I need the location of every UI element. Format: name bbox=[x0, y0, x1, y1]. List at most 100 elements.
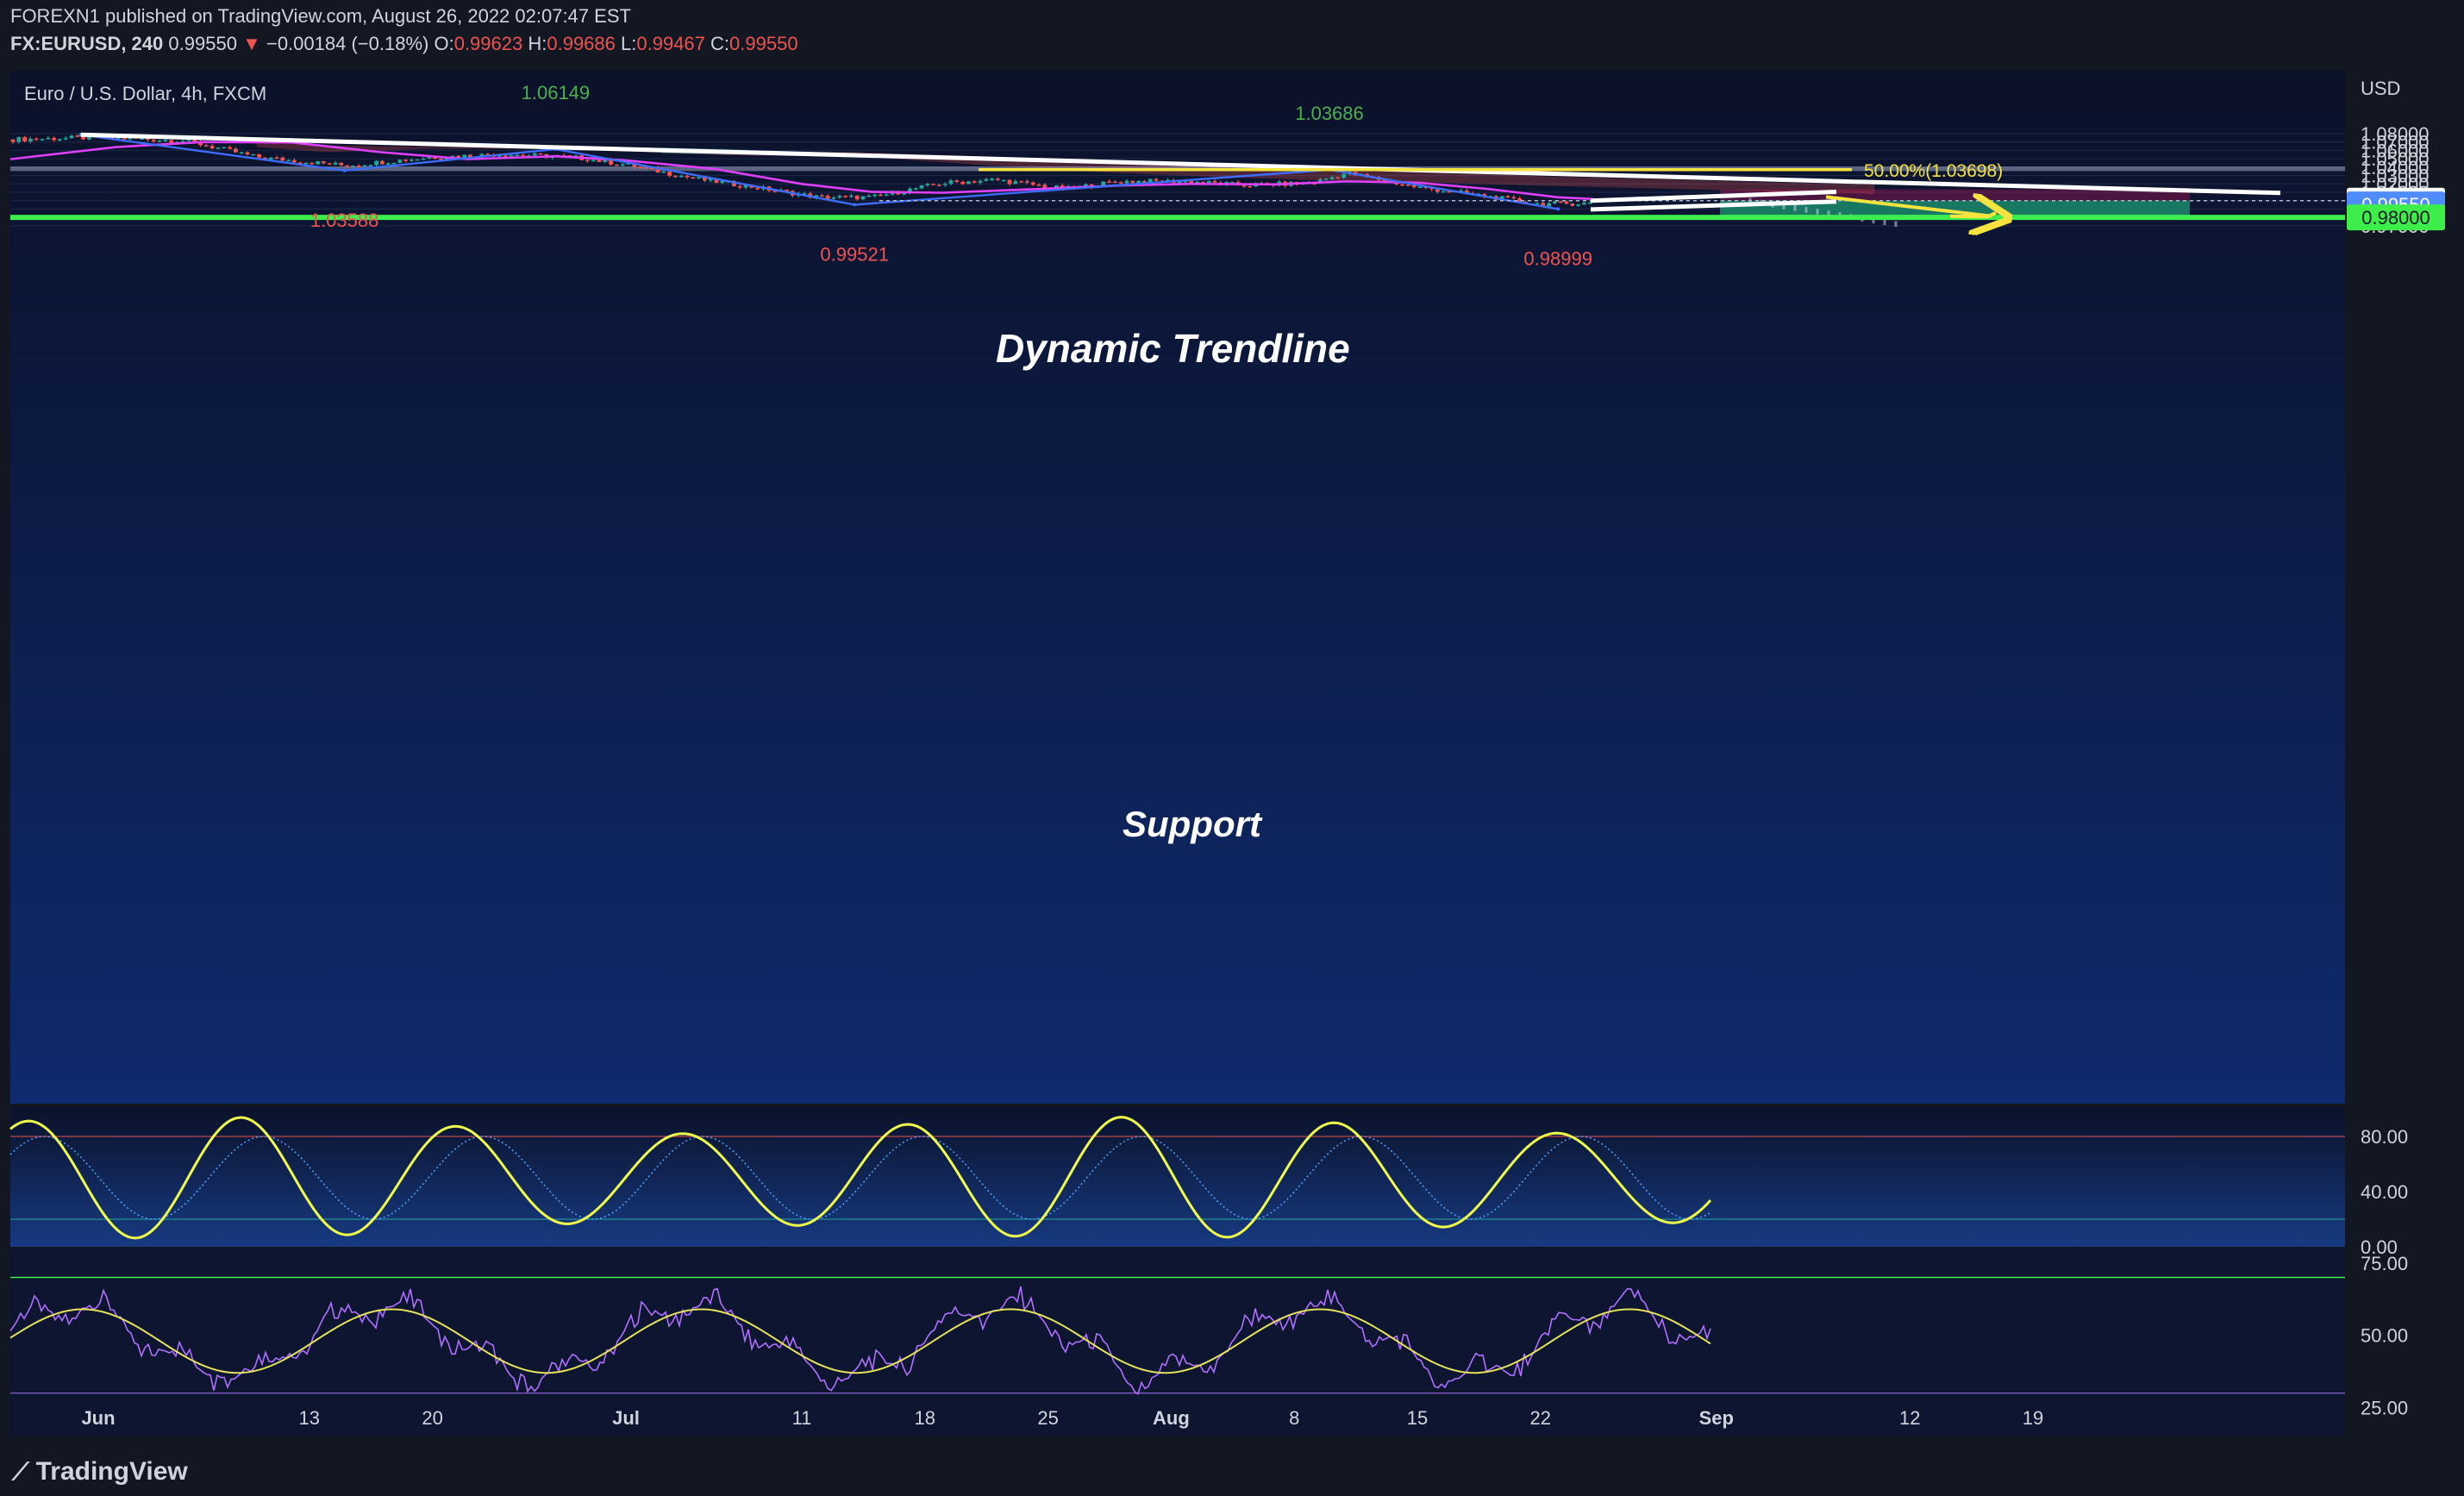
candle-body bbox=[310, 162, 315, 165]
candle-body bbox=[69, 135, 74, 139]
candle-body bbox=[75, 135, 80, 137]
candle-body bbox=[403, 160, 408, 161]
time-tick-label: 25 bbox=[1037, 1407, 1058, 1429]
candle-body bbox=[1417, 186, 1423, 189]
candle-body bbox=[1007, 179, 1012, 185]
candle-body bbox=[316, 161, 320, 165]
low-label: L: bbox=[621, 33, 637, 54]
candle-body bbox=[280, 157, 285, 161]
candle-body bbox=[854, 195, 860, 200]
swing-label: 1.03686 bbox=[1295, 103, 1364, 124]
candle-body bbox=[327, 163, 332, 165]
time-tick-label: Sep bbox=[1699, 1407, 1734, 1429]
candle-body bbox=[825, 195, 830, 199]
low-value: 0.99467 bbox=[636, 33, 705, 54]
candle-body bbox=[1335, 177, 1341, 179]
down-arrow-icon: ▼ bbox=[242, 33, 261, 54]
candle-body bbox=[391, 162, 397, 165]
time-tick-label: 19 bbox=[2023, 1407, 2043, 1429]
candle-body bbox=[1323, 178, 1329, 181]
candle-body bbox=[322, 161, 326, 164]
candle-body bbox=[1019, 181, 1023, 183]
candle-body bbox=[1329, 177, 1335, 179]
candle-body bbox=[1248, 185, 1253, 188]
symbol: FX:EURUSD, 240 bbox=[10, 33, 164, 54]
zigzag-point bbox=[853, 203, 857, 207]
candle-body bbox=[368, 165, 373, 166]
tradingview-brand[interactable]: ⟋ TradingView bbox=[12, 1457, 188, 1487]
open-label: O: bbox=[434, 33, 454, 54]
high-value: 0.99686 bbox=[547, 33, 616, 54]
candle-body bbox=[1084, 184, 1088, 186]
time-tick-label: 12 bbox=[1899, 1407, 1920, 1429]
candle-body bbox=[1558, 201, 1563, 203]
candle-body bbox=[303, 162, 309, 165]
candle-body bbox=[638, 166, 642, 169]
candle-body bbox=[737, 186, 742, 188]
rsi-tick-label: 25.00 bbox=[2361, 1397, 2408, 1418]
candle-body bbox=[532, 153, 537, 156]
time-tick-label: 11 bbox=[792, 1407, 812, 1429]
candle-body bbox=[380, 160, 385, 165]
candle-body bbox=[1547, 203, 1551, 207]
candle-body bbox=[1505, 196, 1510, 197]
publish-line: FOREXN1 published on TradingView.com, Au… bbox=[10, 5, 631, 27]
candle-body bbox=[1206, 180, 1211, 184]
candle-body bbox=[397, 160, 403, 163]
candle-body bbox=[984, 178, 989, 181]
candle-body bbox=[1025, 181, 1029, 183]
candle-body bbox=[1001, 179, 1006, 182]
last-price: 0.99550 bbox=[168, 33, 237, 54]
candle-body bbox=[1130, 180, 1135, 184]
price-badge-label: 0.98000 bbox=[2361, 207, 2430, 228]
time-tick-label: Jul bbox=[612, 1407, 640, 1429]
candle-body bbox=[720, 181, 725, 184]
ohlc-line: FX:EURUSD, 240 0.99550 ▼ −0.00184 (−0.18… bbox=[10, 33, 798, 55]
candle-body bbox=[990, 178, 994, 180]
candle-body bbox=[356, 166, 361, 167]
candle-body bbox=[257, 153, 261, 158]
high-label: H: bbox=[528, 33, 547, 54]
candle-body bbox=[1013, 181, 1018, 185]
candle-body bbox=[10, 139, 16, 142]
candle-body bbox=[245, 152, 250, 155]
candle-body bbox=[960, 181, 965, 185]
candle-body bbox=[163, 140, 168, 141]
candle-body bbox=[685, 175, 690, 178]
candle-body bbox=[919, 185, 924, 189]
candle-body bbox=[679, 175, 684, 178]
candle-body bbox=[58, 139, 62, 141]
candle-body bbox=[34, 138, 39, 141]
candle-body bbox=[1553, 201, 1557, 203]
candle-body bbox=[345, 165, 349, 167]
candle-body bbox=[1030, 182, 1035, 185]
stoch-tick-label: 40.00 bbox=[2361, 1181, 2408, 1203]
time-tick-label: 13 bbox=[299, 1407, 320, 1429]
candle-body bbox=[996, 178, 1000, 180]
candle-body bbox=[820, 195, 824, 197]
candle-body bbox=[22, 137, 27, 141]
candle-body bbox=[1535, 203, 1540, 204]
candle-body bbox=[1212, 180, 1217, 183]
candle-body bbox=[913, 188, 918, 190]
support-label: Support bbox=[1123, 804, 1263, 844]
open-value: 0.99623 bbox=[453, 33, 523, 54]
candle-body bbox=[268, 157, 273, 160]
candle-body bbox=[954, 180, 960, 182]
candle-body bbox=[879, 194, 883, 197]
time-tick-label: 18 bbox=[915, 1407, 935, 1429]
candle-body bbox=[942, 184, 947, 185]
candle-body bbox=[843, 196, 847, 197]
candle-body bbox=[948, 180, 954, 185]
candle-body bbox=[831, 197, 836, 199]
swing-label: 0.98999 bbox=[1523, 247, 1592, 269]
candle-body bbox=[228, 147, 232, 149]
candle-body bbox=[978, 180, 983, 183]
candle-body bbox=[755, 187, 760, 190]
candle-body bbox=[52, 138, 56, 141]
stoch-tick-label: 80.00 bbox=[2361, 1126, 2408, 1148]
price-badges: 1.000000.995500.98000 bbox=[2347, 187, 2445, 231]
candle-body bbox=[374, 160, 378, 166]
time-tick-label: 22 bbox=[1530, 1407, 1551, 1429]
candle-body bbox=[503, 155, 508, 157]
